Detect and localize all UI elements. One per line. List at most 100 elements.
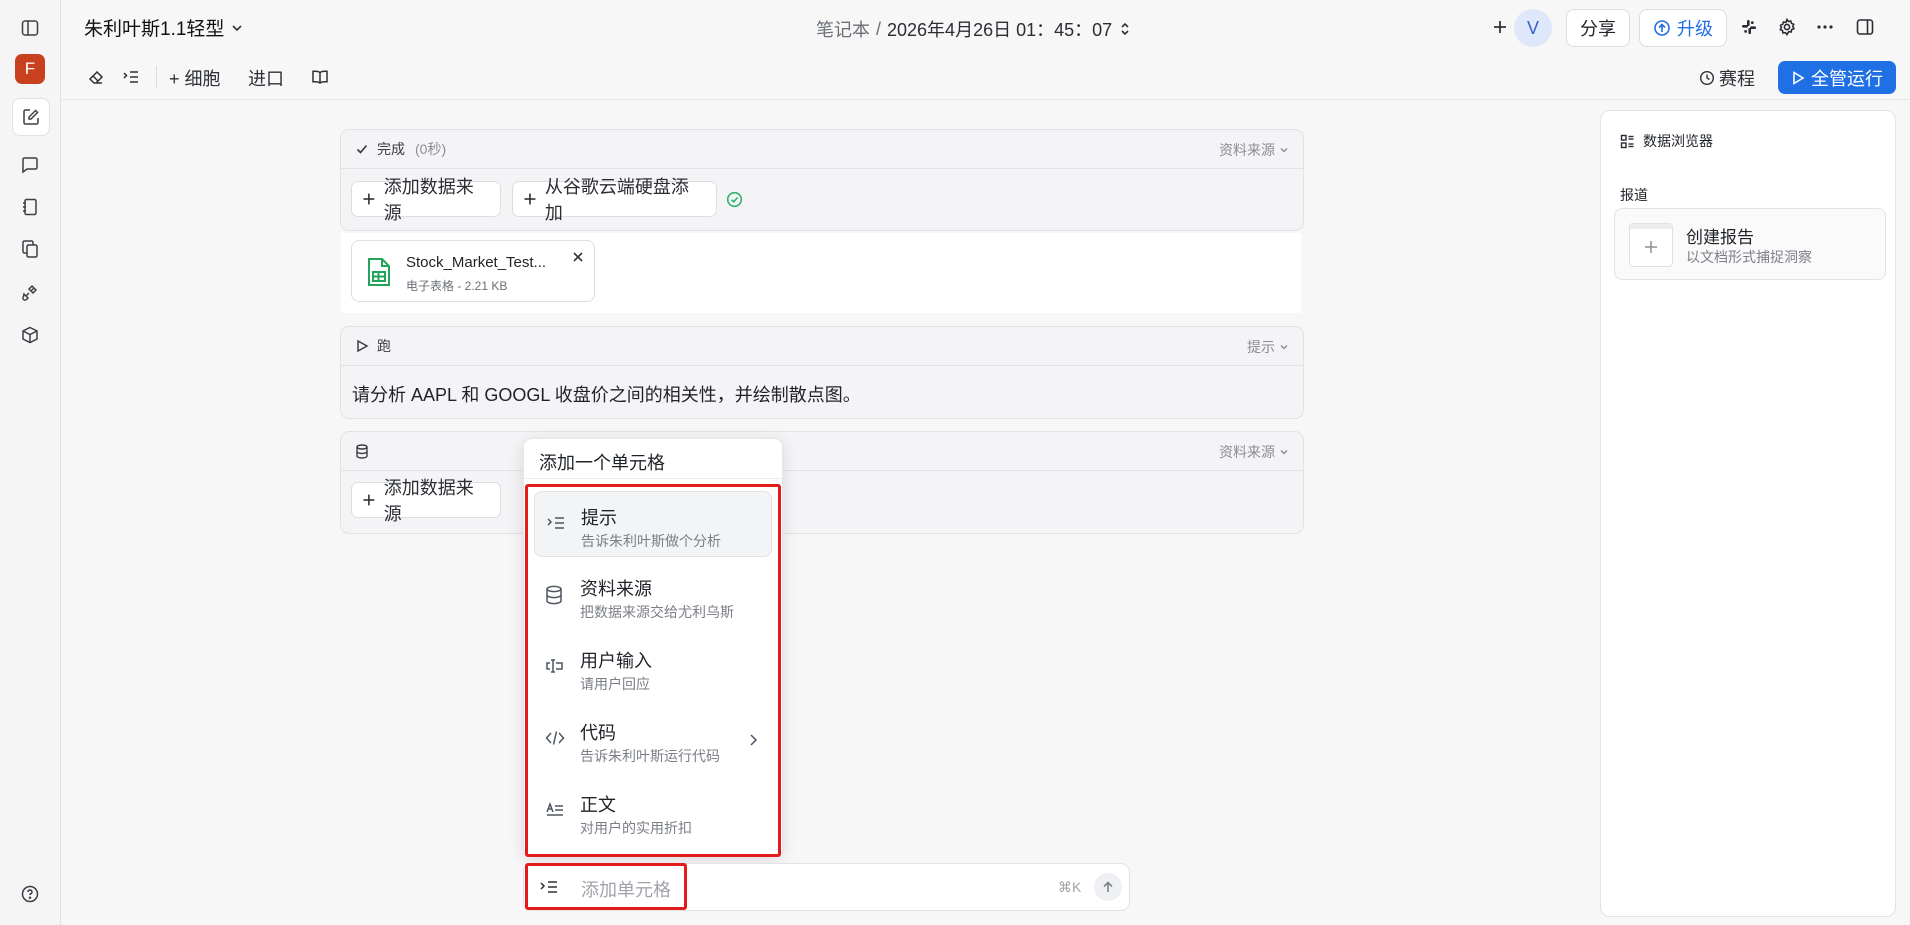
file-name: Stock_Market_Test...	[406, 254, 547, 271]
cell-type-label: 资料来源	[1219, 142, 1275, 158]
user-avatar[interactable]: V	[1514, 9, 1552, 47]
menu-item-title: 资料来源	[580, 579, 652, 599]
files-icon[interactable]	[12, 231, 48, 267]
cell-header: 资料来源	[341, 432, 1303, 471]
left-rail: F	[0, 0, 61, 925]
cell-type-dropdown[interactable]: 资料来源	[1219, 442, 1289, 462]
plus-icon	[363, 494, 375, 506]
thumbnail-bar	[1630, 224, 1672, 229]
cell-duration: (0秒)	[415, 141, 447, 157]
chevron-right-icon	[750, 734, 758, 746]
share-button[interactable]: 分享	[1566, 9, 1630, 47]
import-button[interactable]: 进口	[248, 65, 284, 91]
chevron-down-icon	[1280, 148, 1288, 153]
play-icon[interactable]	[355, 339, 369, 353]
chevron-down-icon	[1280, 345, 1288, 350]
book-icon[interactable]	[305, 62, 335, 92]
slack-icon[interactable]	[1734, 12, 1764, 42]
add-collaborator-icon[interactable]	[1485, 12, 1515, 42]
file-meta: 电子表格 - 2.21 KB	[406, 279, 508, 293]
menu-item-subtitle: 对用户的实用折扣	[580, 820, 692, 836]
eraser-icon[interactable]	[81, 62, 111, 92]
breadcrumb-date: 2026年4月26日 01：45：07	[887, 20, 1113, 40]
add-cell-bar[interactable]: 添加单元格 ⌘K	[523, 863, 1130, 911]
cell-header: 完成 (0秒) 资料来源	[341, 130, 1303, 169]
workspace-avatar[interactable]: F	[15, 54, 45, 84]
add-cell-input[interactable]: 添加单元格	[581, 876, 671, 902]
cell-type-label: 提示	[1247, 339, 1275, 355]
run-all-button[interactable]: 全管运行	[1778, 61, 1896, 94]
add-data-source-label: 添加数据来源	[383, 177, 474, 223]
remove-file-close-icon[interactable]	[572, 251, 584, 263]
cell-header: 跑 提示	[341, 327, 1303, 366]
add-data-source-label: 添加数据来源	[383, 478, 474, 524]
menu-item-text[interactable]: 正文 对用户的实用折扣	[534, 779, 772, 845]
breadcrumb-notebook[interactable]: 笔记本	[816, 16, 870, 42]
settings-gear-icon[interactable]	[1772, 12, 1802, 42]
create-report-card[interactable]: 创建报告 以文档形式捕捉洞察	[1614, 208, 1886, 280]
run-all-label: 全管运行	[1811, 68, 1883, 89]
schedule-label: 赛程	[1719, 69, 1755, 89]
create-report-subtitle: 以文档形式捕捉洞察	[1686, 249, 1812, 265]
chevron-down-icon	[1280, 450, 1288, 455]
create-report-title: 创建报告	[1686, 228, 1754, 247]
prompt-text[interactable]: 请分析 AAPL 和 GOOGL 收盘价之间的相关性，并绘制散点图。	[352, 381, 861, 407]
play-icon	[1793, 70, 1805, 85]
integrations-icon[interactable]	[12, 274, 48, 310]
chat-icon[interactable]	[12, 147, 48, 183]
add-cell-menu-title: 添加一个单元格	[539, 453, 665, 473]
data-source-cell-empty[interactable]: 资料来源 添加数据来源	[340, 431, 1304, 534]
breadcrumb-separator: /	[876, 18, 882, 39]
cell-type-dropdown[interactable]: 提示	[1247, 337, 1289, 357]
plus-icon	[524, 193, 536, 205]
package-icon[interactable]	[12, 317, 48, 353]
prompt-icon	[540, 881, 557, 893]
menu-item-data-source[interactable]: 资料来源 把数据来源交给尤利乌斯	[534, 563, 772, 629]
menu-item-subtitle: 告诉朱利叶斯运行代码	[580, 748, 720, 764]
sidebar-toggle-icon[interactable]	[12, 10, 48, 46]
more-options-icon[interactable]	[1810, 12, 1840, 42]
menu-item-title: 用户输入	[580, 651, 652, 671]
spreadsheet-icon	[366, 256, 392, 288]
menu-item-user-input[interactable]: 用户输入 请用户回应	[534, 635, 772, 701]
data-source-cell[interactable]: 完成 (0秒) 资料来源 添加数据来源 从谷歌云端硬盘添加	[340, 129, 1304, 231]
database-icon	[356, 443, 368, 459]
data-browser-title: 数据浏览器	[1643, 133, 1713, 149]
top-bar: 朱利叶斯1.1轻型 笔记本 / 2026年4月26日 01：45：07 V 分享…	[61, 0, 1910, 55]
notebook-edit-icon[interactable]	[12, 98, 50, 136]
menu-item-subtitle: 把数据来源交给尤利乌斯	[580, 604, 734, 620]
text-input-icon	[546, 659, 563, 673]
report-thumbnail	[1629, 223, 1673, 267]
check-icon	[356, 144, 368, 154]
add-data-source-button[interactable]: 添加数据来源	[351, 478, 501, 524]
prompt-list-icon[interactable]	[116, 62, 146, 92]
add-from-google-drive-button[interactable]: 从谷歌云端硬盘添加	[512, 177, 717, 223]
help-icon[interactable]	[12, 876, 48, 912]
notebook-title[interactable]: 朱利叶斯1.1轻型	[84, 14, 244, 41]
upgrade-button[interactable]: 升级	[1639, 9, 1727, 47]
prompt-cell[interactable]: 跑 提示 请分析 AAPL 和 GOOGL 收盘价之间的相关性，并绘制散点图。	[340, 326, 1304, 419]
cell-type-label: 资料来源	[1219, 444, 1275, 460]
code-icon	[545, 731, 565, 745]
breadcrumb[interactable]: 笔记本 / 2026年4月26日 01：45：07	[816, 16, 1132, 42]
submit-arrow-icon[interactable]	[1094, 873, 1122, 901]
menu-divider	[524, 478, 782, 479]
notebook-toolbar: + 细胞 进口 赛程 全管运行	[61, 55, 1910, 100]
notebook-icon[interactable]	[12, 189, 48, 225]
reports-section-title: 报道	[1620, 187, 1648, 203]
file-card[interactable]: Stock_Market_Test... 电子表格 - 2.21 KB	[351, 240, 595, 302]
schedule-button[interactable]: 赛程	[1699, 65, 1755, 91]
text-icon	[546, 801, 563, 816]
cell-type-dropdown[interactable]: 资料来源	[1219, 140, 1289, 160]
right-panel-toggle-icon[interactable]	[1850, 12, 1880, 42]
add-cell-button[interactable]: + 细胞	[169, 65, 221, 91]
success-check-icon	[726, 191, 743, 208]
chevron-down-icon	[232, 24, 242, 31]
menu-item-prompt[interactable]: 提示 告诉朱利叶斯做个分析	[534, 491, 772, 557]
notebook-title-text: 朱利叶斯1.1轻型	[84, 19, 225, 40]
add-data-source-button[interactable]: 添加数据来源	[351, 177, 501, 223]
menu-item-subtitle: 请用户回应	[580, 676, 650, 692]
cell-status: 跑	[377, 338, 391, 354]
menu-item-code[interactable]: 代码 告诉朱利叶斯运行代码	[534, 707, 772, 773]
menu-item-subtitle: 告诉朱利叶斯做个分析	[581, 533, 721, 549]
